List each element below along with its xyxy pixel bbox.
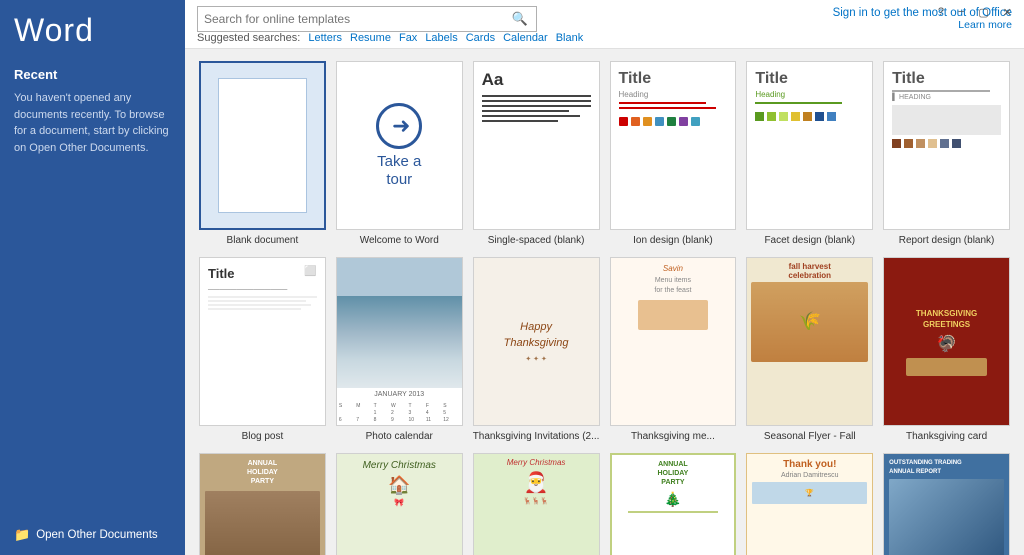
template-single-spaced[interactable]: Aa Single-spaced (blank)	[473, 61, 600, 247]
open-other-documents-button[interactable]: 📁 Open Other Documents	[14, 527, 171, 543]
template-thumb-christmas-notecard: Merry Christmas 🏠 🎀	[336, 453, 463, 555]
template-thanksgiving-card[interactable]: THANKSGIVINGGREETINGS 🦃 Thanksgiving car…	[883, 257, 1010, 443]
template-thumb-thank-you: Thank you! Adrian Damitrescu 🏆	[746, 453, 873, 555]
template-label-ion: Ion design (blank)	[633, 234, 713, 247]
template-blog[interactable]: Title ────────────── ⬜ Blog post	[199, 257, 326, 443]
no-docs-text: You haven't opened any documents recentl…	[14, 90, 171, 156]
template-thumb-holiday-party: AnnualHolidayParty 🎄	[610, 453, 737, 555]
template-thanksgiving-me[interactable]: Savin Menu itemsfor the feast Thanksgivi…	[610, 257, 737, 443]
template-thank-you[interactable]: Thank you! Adrian Damitrescu 🏆 Thank you…	[746, 453, 873, 555]
search-box[interactable]: 🔍	[197, 6, 537, 32]
restore-button[interactable]: ▢	[974, 4, 992, 21]
template-label-report: Report design (blank)	[899, 234, 995, 247]
template-photo-cal[interactable]: JANUARY 2013 SMTWTFS 12345 6789101112 Ph…	[336, 257, 463, 443]
template-label-single-spaced: Single-spaced (blank)	[488, 234, 585, 247]
template-label-thanksgiving-inv: Thanksgiving Invitations (2...	[473, 430, 600, 443]
minimize-button[interactable]: −	[954, 4, 968, 21]
template-label-blog: Blog post	[242, 430, 284, 443]
search-input[interactable]	[204, 12, 510, 26]
suggested-row: Suggested searches: Letters Resume Fax L…	[197, 32, 1012, 44]
suggested-calendar[interactable]: Calendar	[503, 32, 548, 44]
template-thumb-ion: Title Heading	[610, 61, 737, 230]
template-thumb-blog: Title ────────────── ⬜	[199, 257, 326, 426]
template-thumb-tour: ➜ Take atour	[336, 61, 463, 230]
template-label-photo-cal: Photo calendar	[366, 430, 433, 443]
template-blank[interactable]: Blank document	[199, 61, 326, 247]
templates-grid: Blank document ➜ Take atour Welcome to W…	[199, 61, 1010, 555]
template-label-blank: Blank document	[227, 234, 299, 247]
window-controls: ? − ▢ ✕	[934, 4, 1016, 21]
template-thumb-single-spaced: Aa	[473, 61, 600, 230]
suggested-cards[interactable]: Cards	[466, 32, 495, 44]
template-thumb-christmas-cards: Merry Christmas 🎅 🦌🦌🦌	[473, 453, 600, 555]
template-christmas-cards[interactable]: Merry Christmas 🎅 🦌🦌🦌 Christmas cards	[473, 453, 600, 555]
suggested-letters[interactable]: Letters	[308, 32, 342, 44]
template-thumb-seasonal-fall: fall harvestcelebration 🌾	[746, 257, 873, 426]
template-thumb-report: Title ▌ HEADING	[883, 61, 1010, 230]
template-seasonal-fall[interactable]: fall harvestcelebration 🌾 Seasonal Flyer…	[746, 257, 873, 443]
template-holiday-party[interactable]: AnnualHolidayParty 🎄 Holiday party invit…	[610, 453, 737, 555]
template-report[interactable]: Title ▌ HEADING Report design (blank)	[883, 61, 1010, 247]
template-facet[interactable]: Title Heading Facet design (blank)	[746, 61, 873, 247]
suggested-fax[interactable]: Fax	[399, 32, 417, 44]
suggested-resume[interactable]: Resume	[350, 32, 391, 44]
template-thumb-facet: Title Heading	[746, 61, 873, 230]
suggested-label: Suggested searches:	[197, 32, 300, 44]
template-annual-report[interactable]: Outstanding TradingAnnual Report Annual …	[883, 453, 1010, 555]
template-ion[interactable]: Title Heading Ion design (blank)	[610, 61, 737, 247]
template-label-thanksgiving-me: Thanksgiving me...	[631, 430, 715, 443]
template-thumb-blank	[199, 61, 326, 230]
template-christmas-notecard[interactable]: Merry Christmas 🏠 🎀 Christmas notecard	[336, 453, 463, 555]
suggested-labels[interactable]: Labels	[425, 32, 457, 44]
template-thumb-thanksgiving-inv: HappyThanksgiving ✦ ✦ ✦	[473, 257, 600, 426]
app-title: Word	[14, 12, 171, 49]
template-label-tour: Welcome to Word	[360, 234, 439, 247]
templates-area[interactable]: Blank document ➜ Take atour Welcome to W…	[185, 49, 1024, 555]
open-btn-label: Open Other Documents	[36, 529, 157, 541]
recent-label: Recent	[14, 67, 171, 82]
template-label-facet: Facet design (blank)	[764, 234, 855, 247]
help-button[interactable]: ?	[934, 4, 948, 21]
main-content: ? − ▢ ✕ 🔍 Sign in to get the most out of…	[185, 0, 1024, 555]
sidebar: Word Recent You haven't opened any docum…	[0, 0, 185, 555]
template-thumb-thanksgiving-card: THANKSGIVINGGREETINGS 🦃	[883, 257, 1010, 426]
folder-icon: 📁	[14, 527, 30, 543]
close-button[interactable]: ✕	[999, 4, 1016, 21]
suggested-blank[interactable]: Blank	[556, 32, 584, 44]
template-thanksgiving-inv[interactable]: HappyThanksgiving ✦ ✦ ✦ Thanksgiving Inv…	[473, 257, 600, 443]
template-label-thanksgiving-card: Thanksgiving card	[906, 430, 987, 443]
template-thumb-business-holiday: AnnualHolidayParty	[199, 453, 326, 555]
template-thumb-annual-report: Outstanding TradingAnnual Report	[883, 453, 1010, 555]
template-tour[interactable]: ➜ Take atour Welcome to Word	[336, 61, 463, 247]
template-thumb-thanksgiving-me: Savin Menu itemsfor the feast	[610, 257, 737, 426]
template-label-seasonal-fall: Seasonal Flyer - Fall	[764, 430, 856, 443]
template-business-holiday[interactable]: AnnualHolidayParty Business holiday part…	[199, 453, 326, 555]
topbar: 🔍 Sign in to get the most out of Office …	[185, 0, 1024, 49]
search-button[interactable]: 🔍	[510, 11, 530, 27]
template-thumb-photo-cal: JANUARY 2013 SMTWTFS 12345 6789101112	[336, 257, 463, 426]
